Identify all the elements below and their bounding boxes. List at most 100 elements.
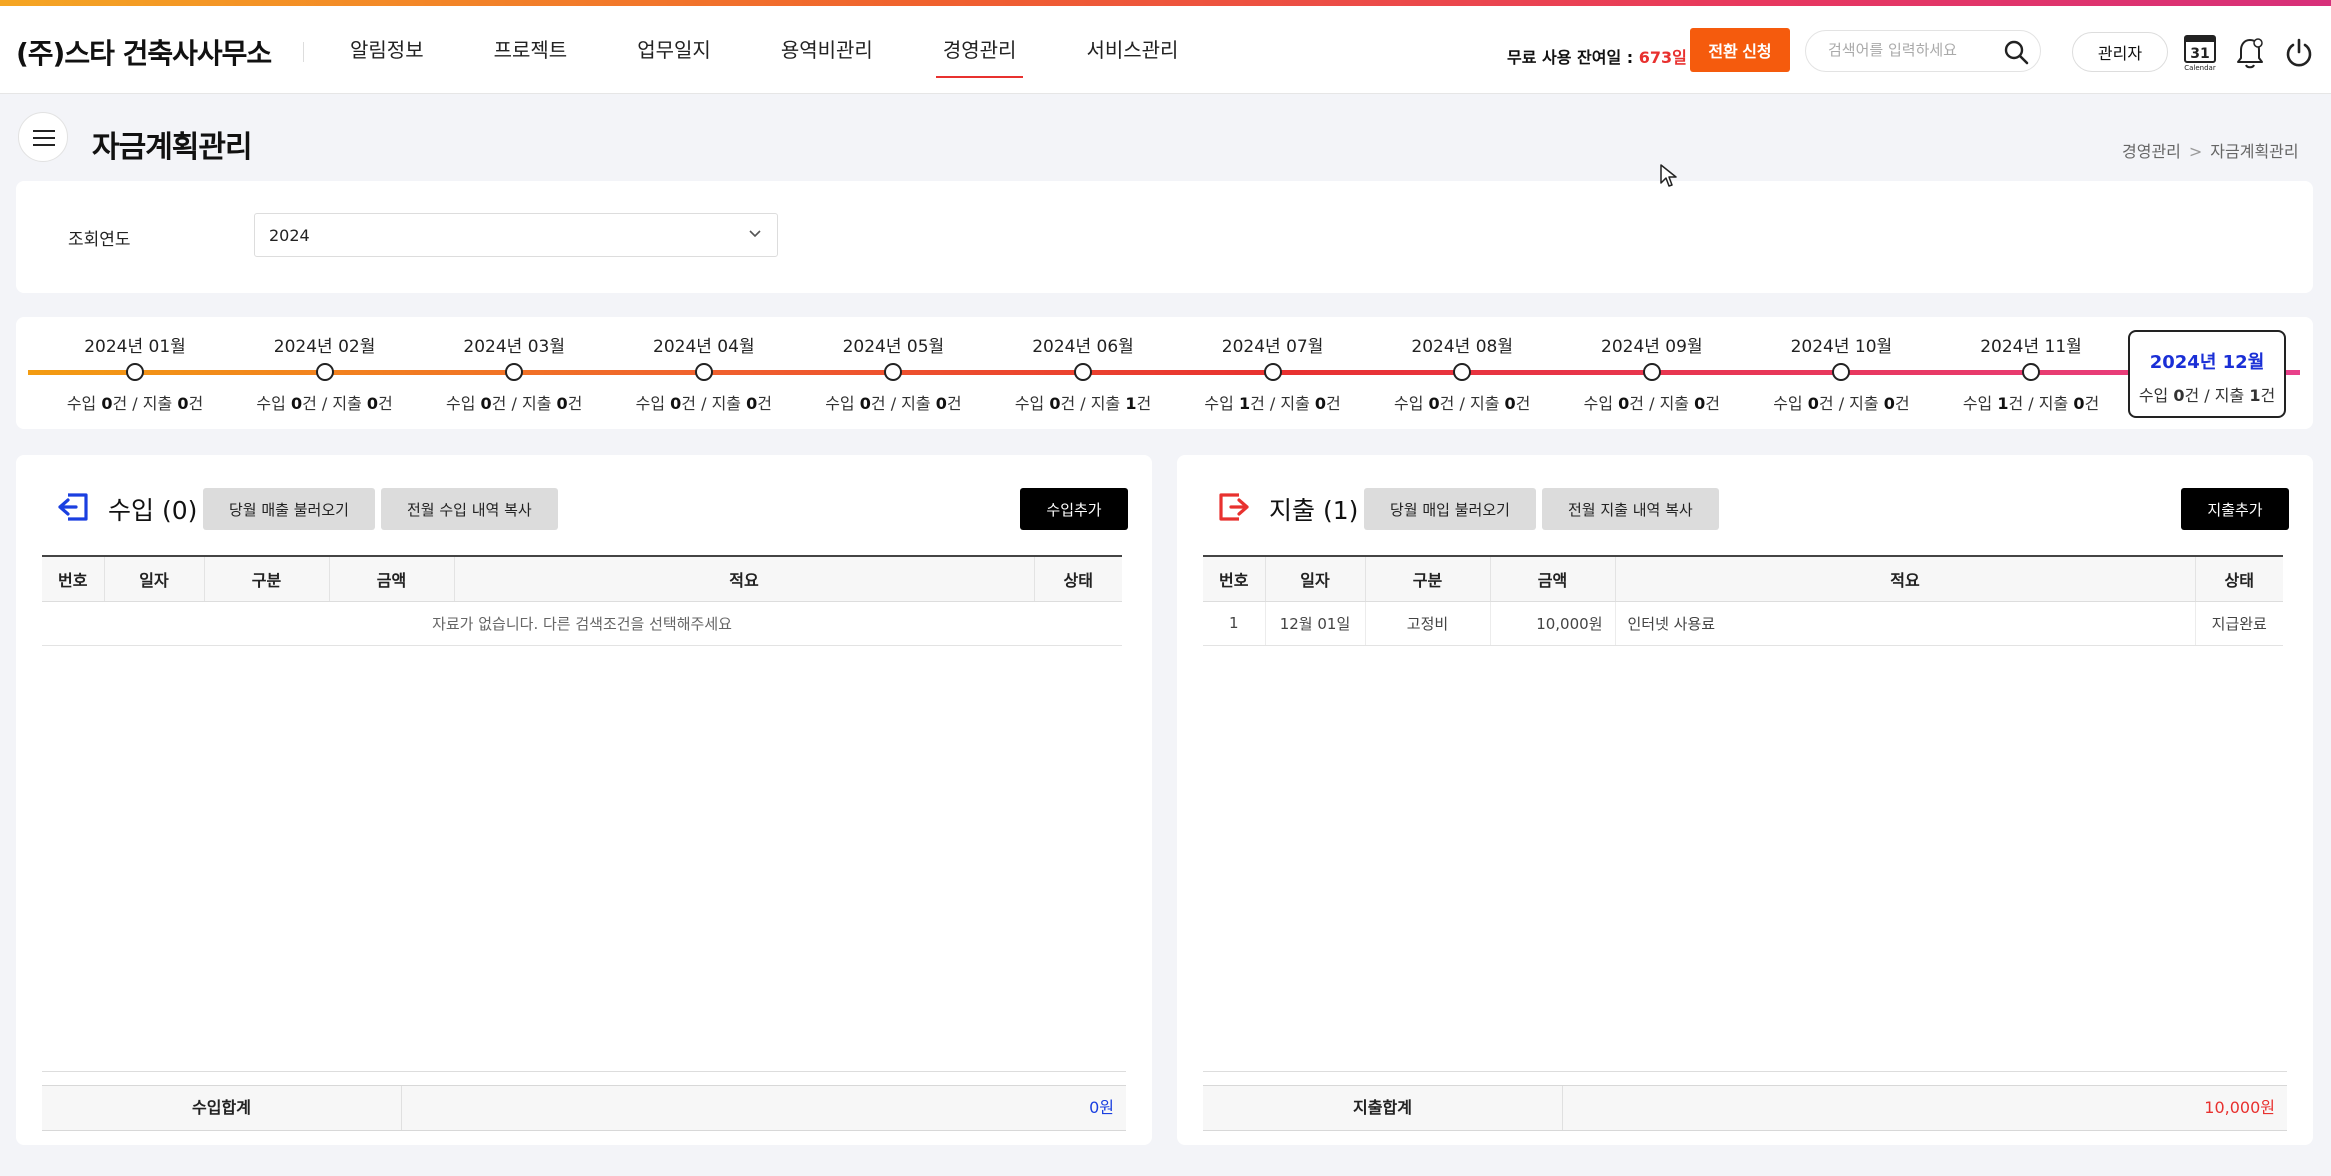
timeline-month-summary: 수입 0건 / 지출 0건 <box>256 394 393 413</box>
nav-item-notice[interactable]: 알림정보 <box>325 6 449 94</box>
timeline-dot <box>1642 363 1661 381</box>
cell-type: 고정비 <box>1365 601 1491 646</box>
timeline-month-summary: 수입 1건 / 지출 0건 <box>1962 394 2100 413</box>
timeline-month-summary: 수입 0건 / 지출 1건 <box>1014 394 1152 413</box>
filter-card: 조회연도 2024 <box>16 181 2313 293</box>
divider <box>1203 1071 2287 1072</box>
power-icon[interactable] <box>2284 38 2314 68</box>
hamburger-icon <box>33 130 55 132</box>
brand-name[interactable]: (주)스타 건축사사무소 <box>16 32 272 72</box>
breadcrumb-item: 자금계획관리 <box>2210 142 2299 161</box>
add-income-button[interactable]: 수입추가 <box>1020 488 1128 530</box>
calendar-label: Calendar <box>2184 64 2216 72</box>
search-input[interactable] <box>1828 41 1988 59</box>
cell-amount: 10,000원 <box>1490 601 1616 646</box>
empty-message: 자료가 없습니다. 다른 검색조건을 선택해주세요 <box>42 601 1122 646</box>
timeline-month-active[interactable]: 2024년 12월 수입 0건 / 지출 1건 <box>2128 330 2286 418</box>
income-total-label: 수입합계 <box>42 1086 402 1130</box>
cell-status: 지급완료 <box>2195 601 2283 646</box>
month-timeline: 2024년 01월수입 0건 / 지출 0건 2024년 02월수입 0건 / 지… <box>16 317 2313 429</box>
timeline-month-summary: 수입 0건 / 지출 1건 <box>2138 386 2276 405</box>
timeline-dot <box>884 363 903 381</box>
column-header: 적요 <box>454 557 1035 602</box>
timeline-dot <box>1074 363 1092 381</box>
calendar-day: 31 <box>2190 46 2209 62</box>
copy-prev-expense-button[interactable]: 전월 지출 내역 복사 <box>1542 488 1719 530</box>
menu-toggle-button[interactable] <box>18 112 68 162</box>
expense-icon <box>1219 493 1249 521</box>
page-title: 자금계획관리 <box>92 130 253 165</box>
cell-date: 12월 01일 <box>1265 601 1366 646</box>
load-monthly-purchase-button[interactable]: 당월 매입 불러오기 <box>1364 488 1536 530</box>
timeline-dot <box>1832 363 1851 381</box>
search-icon[interactable] <box>2002 38 2030 66</box>
add-expense-button[interactable]: 지출추가 <box>2181 488 2289 530</box>
admin-button[interactable]: 관리자 <box>2072 32 2168 72</box>
timeline-month-summary: 수입 0건 / 지출 0건 <box>66 394 204 413</box>
column-header: 번호 <box>1203 557 1266 602</box>
breadcrumb-separator: > <box>2188 142 2203 161</box>
expense-total-value: 10,000원 <box>2204 1098 2275 1117</box>
timeline-month-label: 2024년 10월 <box>1790 337 1893 357</box>
income-table: 번호 일자 구분 금액 적요 상태 자료가 없습니다. 다른 검색조건을 선택해… <box>42 555 1122 646</box>
convert-button[interactable]: 전환 신청 <box>1690 28 1790 72</box>
expense-table: 번호 일자 구분 금액 적요 상태 1 12월 01일 고정비 10,000원 … <box>1203 555 2283 646</box>
year-filter-label: 조회연도 <box>68 230 131 250</box>
timeline-line <box>28 370 2300 375</box>
year-select-value: 2024 <box>269 226 310 245</box>
income-panel: 수입 (0) 당월 매출 불러오기 전월 수입 내역 복사 수입추가 번호 일자… <box>16 455 1152 1145</box>
timeline-dot <box>1263 363 1282 381</box>
expense-panel: 지출 (1) 당월 매입 불러오기 전월 지출 내역 복사 지출추가 번호 일자… <box>1177 455 2313 1145</box>
timeline-dot <box>694 363 713 381</box>
column-header: 번호 <box>42 557 105 602</box>
column-header: 구분 <box>1365 557 1491 602</box>
main-nav: 알림정보 프로젝트 업무일지 용역비관리 경영관리 서비스관리 <box>325 6 1223 94</box>
bell-icon[interactable] <box>2234 36 2266 70</box>
timeline-month-label: 2024년 11월 <box>1980 337 2082 357</box>
nav-item-worklog[interactable]: 업무일지 <box>612 6 736 94</box>
trial-days: 673일 <box>1638 48 1687 67</box>
timeline-month-label: 2024년 05월 <box>842 337 945 357</box>
timeline-month-summary: 수입 0건 / 지출 0건 <box>1394 394 1531 413</box>
table-row[interactable]: 1 12월 01일 고정비 10,000원 인터넷 사용료 지급완료 <box>1203 601 2283 646</box>
column-header: 상태 <box>2195 557 2283 602</box>
timeline-dot <box>1453 363 1472 381</box>
year-select[interactable]: 2024 <box>254 213 778 257</box>
column-header: 금액 <box>329 557 455 602</box>
column-header: 적요 <box>1615 557 2196 602</box>
timeline-dot <box>505 363 524 381</box>
timeline-month-label: 2024년 09월 <box>1601 337 1703 357</box>
timeline-month-summary: 수입 0건 / 지출 0건 <box>1583 394 1720 413</box>
hamburger-icon <box>33 137 55 139</box>
app-header: (주)스타 건축사사무소 알림정보 프로젝트 업무일지 용역비관리 경영관리 서… <box>0 6 2331 94</box>
nav-item-service-fee[interactable]: 용역비관리 <box>756 6 898 94</box>
brand-divider <box>303 42 304 62</box>
column-header: 상태 <box>1034 557 1122 602</box>
income-total-value: 0원 <box>1089 1098 1114 1117</box>
calendar-icon[interactable]: 31 Calendar <box>2182 32 2218 72</box>
timeline-month-label: 2024년 02월 <box>273 337 376 357</box>
nav-item-project[interactable]: 프로젝트 <box>469 6 593 94</box>
timeline-dot <box>126 363 144 381</box>
timeline-month-label: 2024년 07월 <box>1221 337 1324 357</box>
timeline-month-summary: 수입 0건 / 지출 0건 <box>635 394 772 413</box>
timeline-month-label: 2024년 01월 <box>84 337 186 357</box>
timeline-month-label: 2024년 03월 <box>463 337 565 357</box>
nav-item-management[interactable]: 경영관리 <box>918 6 1042 94</box>
hamburger-icon <box>33 144 55 146</box>
breadcrumb: 경영관리 > 자금계획관리 <box>2122 138 2299 162</box>
column-header: 일자 <box>104 557 205 602</box>
load-monthly-sales-button[interactable]: 당월 매출 불러오기 <box>203 488 375 530</box>
search-box <box>1805 30 2041 72</box>
timeline-dot <box>2022 363 2040 381</box>
column-header: 일자 <box>1265 557 1366 602</box>
column-header: 금액 <box>1490 557 1616 602</box>
breadcrumb-item[interactable]: 경영관리 <box>2122 142 2181 161</box>
nav-item-service-admin[interactable]: 서비스관리 <box>1061 6 1203 94</box>
income-icon <box>58 493 88 521</box>
cell-memo: 인터넷 사용료 <box>1615 601 2196 646</box>
expense-total-row: 지출합계 10,000원 <box>1203 1085 2287 1131</box>
copy-prev-income-button[interactable]: 전월 수입 내역 복사 <box>381 488 558 530</box>
timeline-month-summary: 수입 0건 / 지출 0건 <box>1773 394 1910 413</box>
timeline-month-label: 2024년 08월 <box>1411 337 1513 357</box>
